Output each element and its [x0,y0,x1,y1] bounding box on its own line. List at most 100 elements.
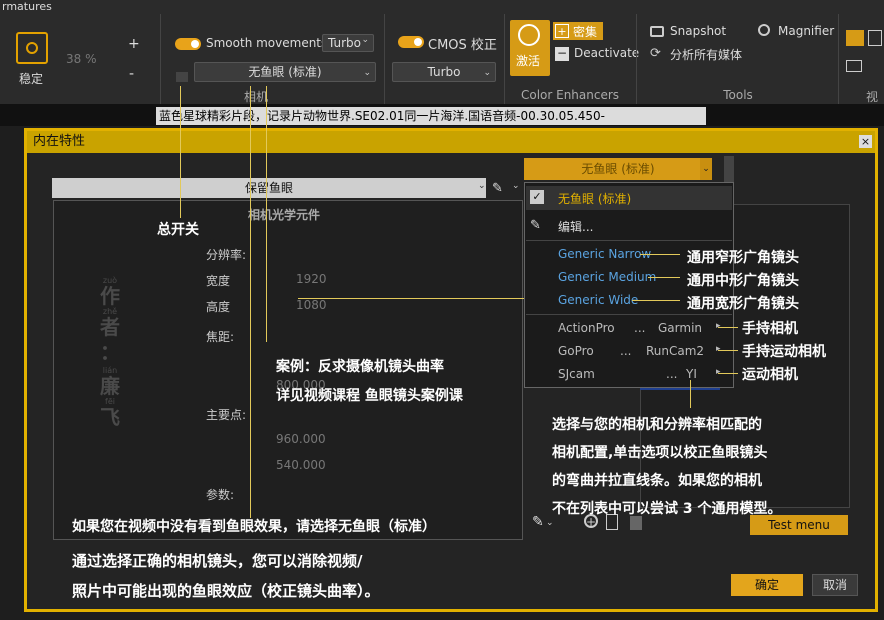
turbo2-dropdown[interactable]: Turbo ⌄ [392,62,496,82]
divider [160,14,161,104]
refresh-icon: ⟳ [650,46,661,61]
secret-button[interactable]: + 密集 [553,22,603,40]
menu-item-generic-medium[interactable]: Generic Medium [558,270,656,284]
annotation-line [718,327,738,328]
section-title: 相机光学元件 [248,208,321,222]
annotation-line [266,86,267,342]
zoom-minus-button[interactable]: - [129,66,134,82]
chevron-down-icon: ⌄ [363,68,371,78]
analyze-button[interactable]: 分析所有媒体 [670,46,742,63]
divider [838,14,839,104]
ok-button[interactable]: 确定 [731,574,803,596]
menu-item-generic-narrow[interactable]: Generic Narrow [558,247,651,261]
secret-label: 密集 [573,25,598,39]
annotation-no-fisheye: 如果您在视频中没有看到鱼眼效果，请选择无鱼眼（标准） [72,519,436,535]
keep-fisheye-bar[interactable]: 保留鱼眼 [52,178,486,198]
dialog-title: 内在特性 [27,131,875,153]
view-split-icon[interactable] [846,60,862,72]
smooth-movements-label: Smooth movements [206,36,328,50]
menu-dots: ... [620,344,632,358]
magnifier-button[interactable]: Magnifier [778,24,834,38]
snapshot-button[interactable]: Snapshot [670,24,726,38]
chevron-down-icon: ⌄ [512,181,520,191]
menu-item-edit[interactable]: 编辑... [558,218,593,235]
pencil-icon[interactable]: ✎ [532,514,544,530]
chevron-down-icon: ⌄ [546,518,554,528]
height-label: 高度 [206,300,231,314]
zoom-plus-button[interactable]: + [128,36,140,52]
annotation-line [640,254,680,255]
color-enhancers-label: Color Enhancers [520,88,620,102]
tools-label: Tools [723,88,753,102]
deactivate-button[interactable]: Deactivate [574,46,639,60]
view-single-icon[interactable] [846,30,864,46]
menu-item-garmin[interactable]: Garmin [658,321,702,335]
annotation-handheld: 手持相机 [742,321,798,337]
principal-y-value[interactable]: 540.000 [276,458,326,472]
menu-item-generic-wide[interactable]: Generic Wide [558,293,638,307]
cmos-toggle[interactable] [398,36,424,48]
menu-divider [526,314,732,315]
menu-item-gopro[interactable]: GoPro [558,344,594,358]
camera-icon [650,26,664,37]
chevron-down-icon: ⌄ [483,68,491,78]
divider [636,14,637,104]
activate-button[interactable]: 激活 [510,20,550,76]
menu-dots: ... [666,367,678,381]
annotation-case: 案例：反求摄像机镜头曲率 [276,359,444,375]
small-box [176,72,188,82]
annotation-action: 运动相机 [742,367,798,383]
annotation-line [648,277,680,278]
stabilize-icon[interactable] [16,32,48,64]
annotation-narrow: 通用窄形广角镜头 [687,250,799,266]
annotation-choose-4: 不在列表中可以尝试 3 个通用模型。 [552,501,782,517]
activate-label: 激活 [516,54,541,68]
menu-item-actionpro[interactable]: ActionPro [558,321,615,335]
annotation-handheld-action: 手持运动相机 [742,344,826,360]
chevron-down-icon: ⌄ [361,35,369,45]
annotation-line [250,86,251,518]
principal-x-value[interactable]: 960.000 [276,432,326,446]
view-icon[interactable] [868,30,882,46]
divider [384,14,385,104]
menu-item-yi[interactable]: YI [686,367,697,381]
smooth-movements-toggle[interactable] [175,38,201,50]
close-button[interactable]: × [859,135,872,148]
annotation-medium: 通用中形广角镜头 [687,273,799,289]
annotation-choose-3: 的弯曲并拉直线条。如果您的相机 [552,473,762,489]
test-menu-button[interactable]: Test menu [750,515,848,535]
zoom-value[interactable]: 38 % [66,52,97,66]
menu-item-sjcam[interactable]: SJcam [558,367,595,381]
pencil-icon: ✎ [530,218,541,233]
magnifier-icon [758,24,770,36]
view-label: 视 [866,90,879,104]
profile-dropdown[interactable]: 无鱼眼 (标准) [524,158,712,180]
menu-item-no-fisheye[interactable]: 无鱼眼 (标准) [558,190,631,207]
height-value[interactable]: 1080 [296,298,327,312]
annotation-master-switch: 总开关 [157,222,199,238]
cancel-button[interactable]: 取消 [812,574,858,596]
turbo-label: Turbo [328,36,362,50]
minus-square-icon: − [555,46,569,61]
pencil-icon[interactable]: ✎ [492,181,503,196]
width-label: 宽度 [206,274,231,288]
fisheye-label: 无鱼眼 (标准) [248,65,322,79]
fisheye-dropdown[interactable]: 无鱼眼 (标准) ⌄ [194,62,376,82]
annotation-line [180,86,181,218]
params-label: 参数: [206,488,235,502]
menu-dots: ... [634,321,646,335]
turbo2-label: Turbo [427,65,461,79]
annotation-course: 详见视频课程 鱼眼镜头案例课 [276,388,463,404]
annotation-line [690,380,691,408]
turbo-dropdown[interactable]: Turbo ⌄ [322,34,374,52]
annotation-choose-1: 选择与您的相机和分辨率相匹配的 [552,417,762,433]
width-value[interactable]: 1920 [296,272,327,286]
video-title: 蓝色星球精彩片段，记录片动物世界.SE02.01同一片海洋.国语音频-00.30… [156,107,706,141]
annotation-wide: 通用宽形广角镜头 [687,296,799,312]
menu-item-runcam[interactable]: RunCam2 [646,344,704,358]
annotation-bottom-1: 通过选择正确的相机镜头，您可以消除视频/ [72,552,363,570]
check-icon: ✓ [530,190,544,204]
delete-icon[interactable] [630,516,642,530]
focal-label: 焦距: [206,330,235,344]
submenu-arrow-icon: ▸ [716,344,721,354]
